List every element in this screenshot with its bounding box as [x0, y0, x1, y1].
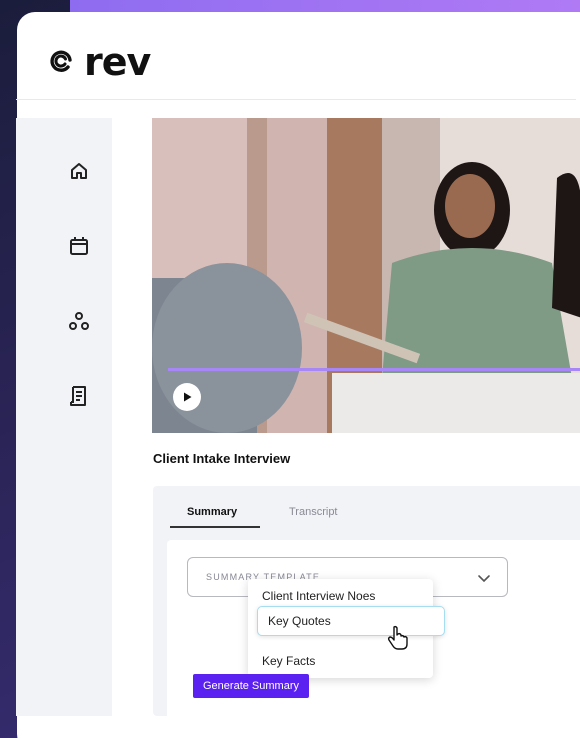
play-icon: [184, 392, 192, 402]
video-title: Client Intake Interview: [153, 451, 291, 466]
active-tab-indicator: [170, 526, 260, 528]
calendar-icon: [70, 237, 88, 255]
chevron-down-icon: [477, 571, 491, 589]
video-frame-image: [152, 118, 580, 433]
video-progress-bar[interactable]: [168, 368, 580, 371]
brand-name: rev: [84, 40, 151, 84]
hand-pointer-cursor-icon: [387, 625, 409, 656]
dropdown-option-hovered[interactable]: Key Quotes: [257, 606, 445, 636]
nav-documents[interactable]: [65, 382, 93, 410]
document-icon: [70, 386, 86, 406]
nav-team[interactable]: [65, 308, 93, 336]
generate-summary-button[interactable]: Generate Summary: [193, 674, 309, 698]
video-player[interactable]: [152, 118, 580, 433]
rev-logo-mark-icon: [46, 47, 76, 77]
team-icon: [69, 312, 89, 330]
home-icon: [71, 163, 87, 179]
tab-transcript[interactable]: Transcript: [289, 506, 338, 518]
nav-home[interactable]: [65, 157, 93, 185]
rev-logo: rev: [46, 40, 151, 84]
tab-summary[interactable]: Summary: [187, 506, 237, 518]
header-divider: [16, 99, 576, 100]
play-button[interactable]: [173, 383, 201, 411]
nav-calendar[interactable]: [65, 232, 93, 260]
sidebar: [16, 118, 112, 716]
